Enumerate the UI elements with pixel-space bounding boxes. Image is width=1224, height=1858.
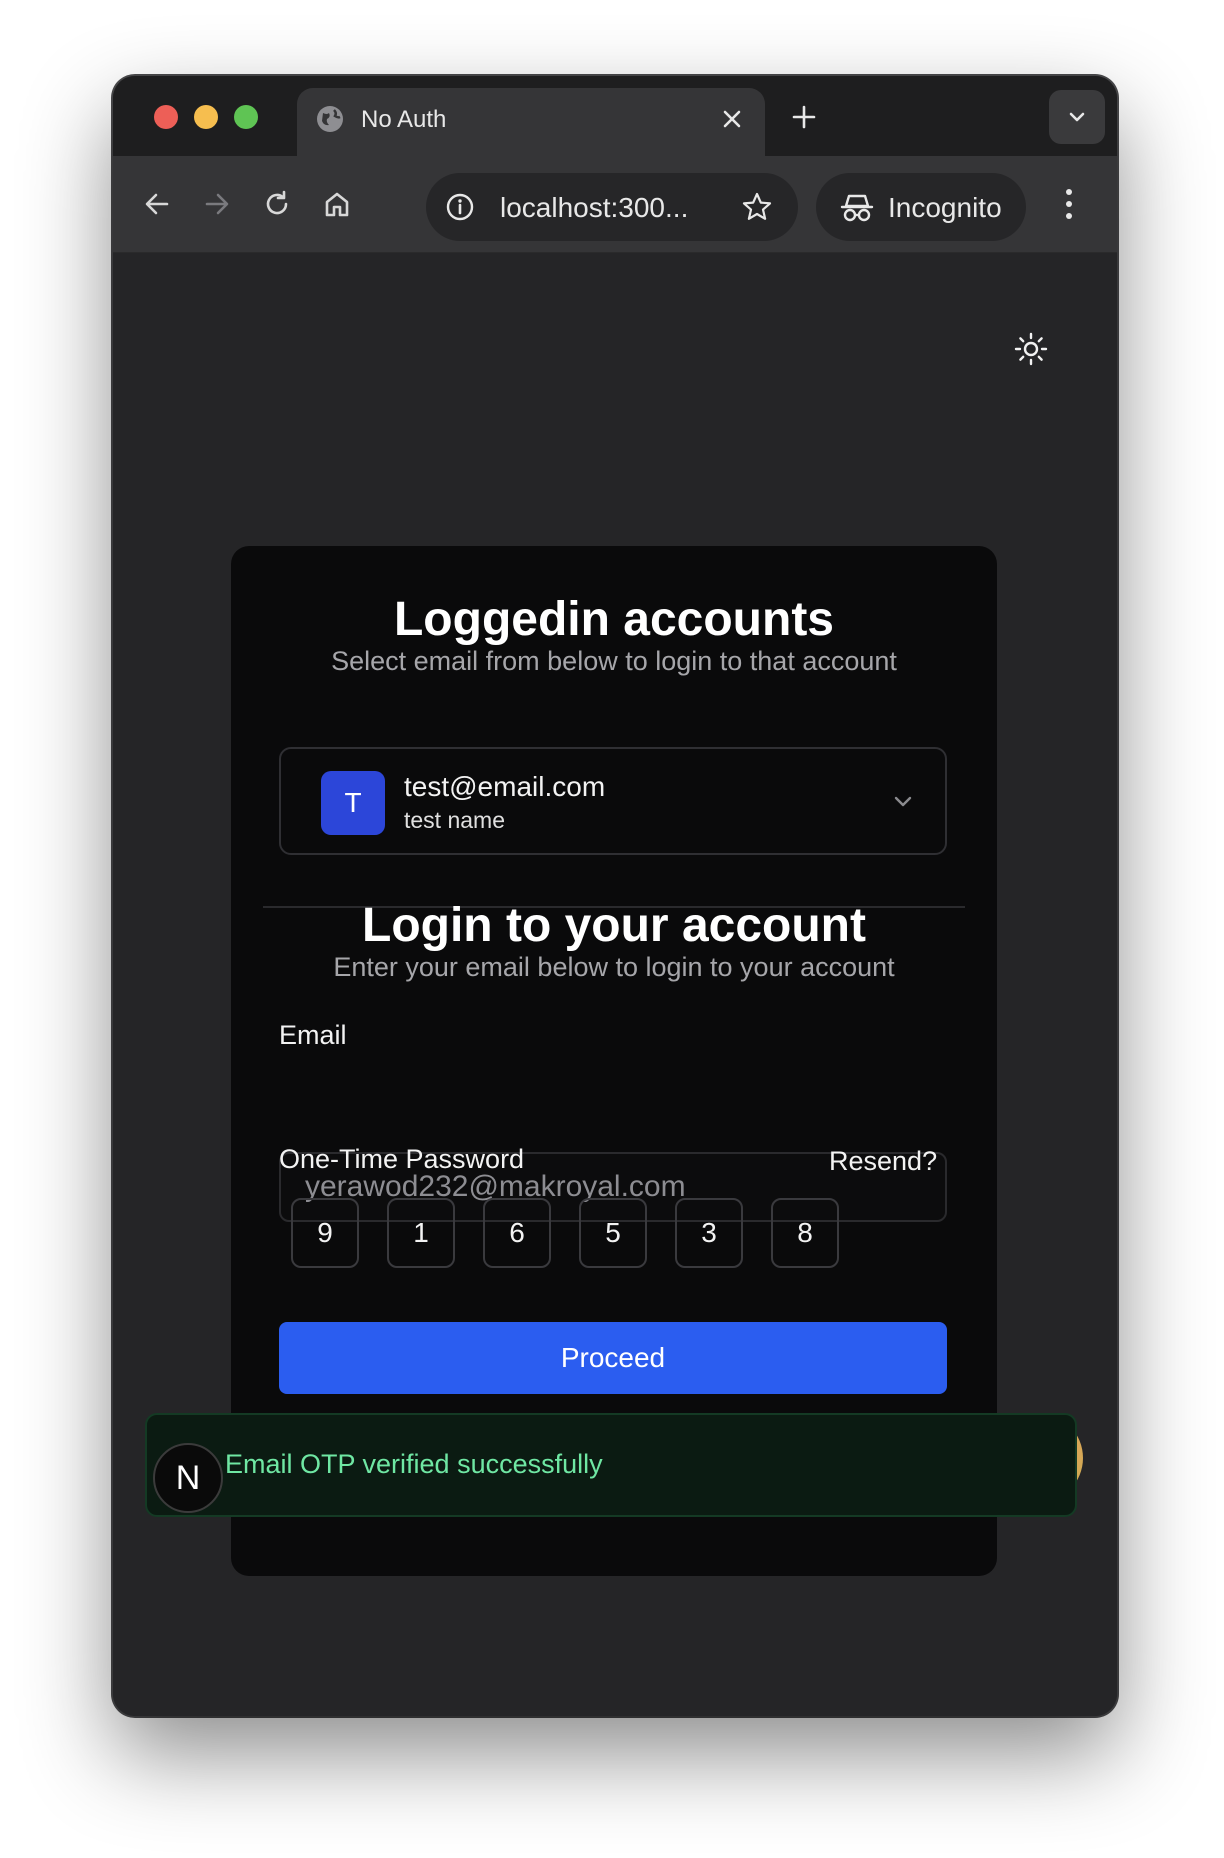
proceed-button[interactable]: Proceed — [279, 1322, 947, 1394]
accounts-subtitle: Select email from below to login to that… — [331, 646, 897, 676]
browser-window: No Auth localhost:300... Incognito Logge… — [113, 76, 1117, 1716]
page-content: Loggedin accounts Select email from belo… — [113, 253, 1117, 1716]
info-icon[interactable] — [444, 191, 476, 223]
more-menu-icon[interactable] — [1057, 182, 1081, 226]
toast-notification[interactable]: Email OTP verified successfully — [145, 1413, 1077, 1517]
otp-digit-4[interactable]: 5 — [579, 1198, 647, 1268]
login-subtitle: Enter your email below to login to your … — [333, 952, 895, 982]
reload-icon[interactable] — [257, 184, 297, 224]
otp-digit-5[interactable]: 3 — [675, 1198, 743, 1268]
otp-label: One-Time Password — [279, 1144, 525, 1174]
new-tab-icon[interactable] — [787, 100, 821, 134]
accounts-title: Loggedin accounts — [393, 593, 834, 646]
back-icon[interactable] — [137, 184, 177, 224]
resend-link[interactable]: Resend? — [829, 1146, 937, 1177]
login-title: Login to your account — [362, 899, 866, 952]
minimize-window-button[interactable] — [194, 105, 218, 129]
avatar: T — [321, 771, 385, 835]
otp-digit-6[interactable]: 8 — [771, 1198, 839, 1268]
incognito-icon — [840, 194, 874, 222]
sun-icon[interactable] — [1011, 329, 1051, 369]
otp-digit-3[interactable]: 6 — [483, 1198, 551, 1268]
otp-digit-2[interactable]: 1 — [387, 1198, 455, 1268]
toast-message: Email OTP verified successfully — [225, 1449, 603, 1479]
tab-title: No Auth — [361, 106, 447, 133]
tab-search-button[interactable] — [1049, 90, 1105, 144]
maximize-window-button[interactable] — [234, 105, 258, 129]
close-window-button[interactable] — [154, 105, 178, 129]
incognito-profile-button[interactable]: Incognito — [816, 173, 1026, 241]
otp-digit-1[interactable]: 9 — [291, 1198, 359, 1268]
home-icon[interactable] — [317, 184, 357, 224]
browser-toolbar: localhost:300... Incognito — [113, 156, 1117, 253]
incognito-label: Incognito — [888, 192, 1002, 223]
bookmark-star-icon[interactable] — [740, 190, 774, 224]
email-label: Email — [279, 1020, 347, 1050]
forward-icon[interactable] — [197, 184, 237, 224]
address-bar[interactable]: localhost:300... — [426, 173, 798, 241]
browser-tab[interactable]: No Auth — [297, 88, 765, 156]
account-name: test name — [404, 807, 505, 833]
globe-icon — [317, 106, 343, 132]
nextjs-dev-badge[interactable]: N — [153, 1443, 223, 1513]
close-tab-icon[interactable] — [717, 104, 747, 134]
chevron-down-icon — [1069, 112, 1085, 122]
account-selector[interactable]: T test@email.com test name — [279, 747, 947, 855]
chevron-down-icon — [894, 796, 912, 807]
account-email: test@email.com — [404, 771, 606, 802]
url-text: localhost:300... — [500, 192, 689, 223]
tab-strip: No Auth — [113, 76, 1117, 156]
